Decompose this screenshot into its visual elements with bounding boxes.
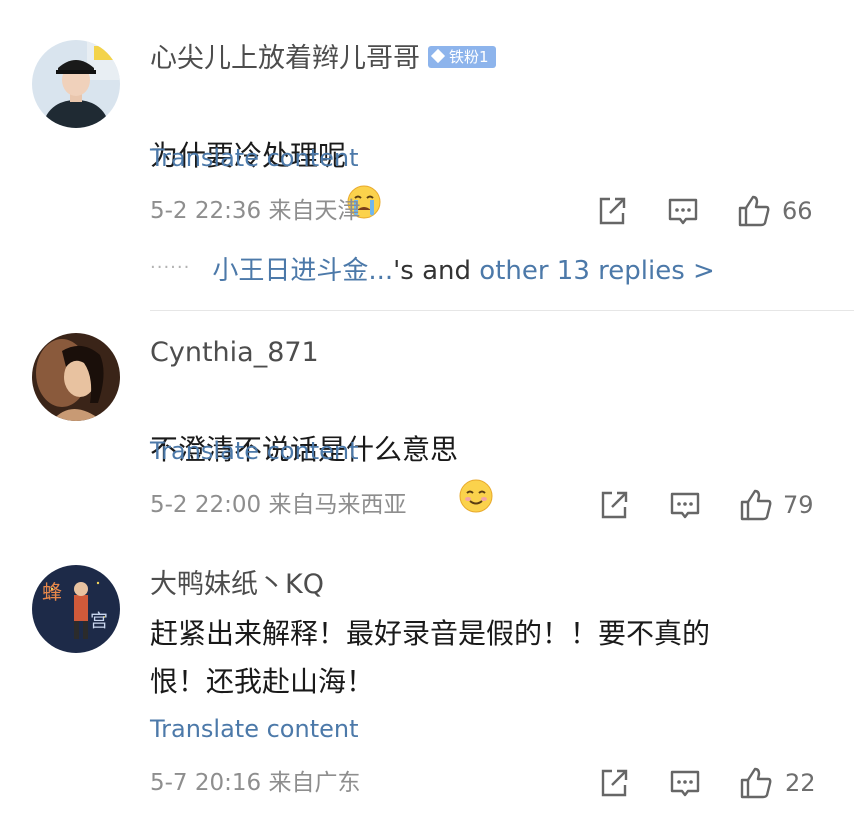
translate-link[interactable]: Translate content — [150, 714, 359, 744]
comment-icon[interactable] — [667, 487, 703, 523]
comment-date: 5-2 22:36 — [150, 198, 262, 224]
translate-link[interactable]: Translate content — [150, 436, 359, 466]
like-count: 66 — [782, 197, 813, 225]
comment-location: 来自天津 — [268, 198, 361, 224]
share-icon[interactable] — [594, 193, 630, 229]
divider — [150, 310, 854, 311]
comment-icon[interactable] — [667, 765, 703, 801]
like-icon[interactable] — [736, 193, 772, 229]
comment-date: 5-7 20:16 — [150, 770, 262, 796]
username[interactable]: 大鸭妹纸丶KQ — [150, 568, 324, 602]
avatar[interactable]: 蜂 宫 — [32, 565, 120, 653]
username[interactable]: 心尖儿上放着辫儿哥哥 铁粉1 — [150, 42, 496, 76]
comment-icon[interactable] — [665, 193, 701, 229]
like-count: 79 — [783, 491, 814, 519]
translate-link[interactable]: Translate content — [150, 143, 359, 173]
reply-user-link[interactable]: 小王日进斗金... — [212, 256, 393, 286]
share-icon[interactable] — [596, 487, 632, 523]
smiling-emoji-icon — [458, 430, 494, 513]
avatar[interactable] — [32, 40, 120, 128]
comment-location: 来自马来西亚 — [268, 492, 407, 518]
like-count: 22 — [785, 769, 816, 797]
username-text[interactable]: 心尖儿上放着辫儿哥哥 — [150, 43, 420, 74]
badge-label: 铁粉1 — [449, 47, 489, 66]
avatar[interactable] — [32, 333, 120, 421]
comment-meta: 5-2 22:36 来自天津 — [150, 196, 360, 226]
comment-meta: 5-2 22:00 来自马来西亚 — [150, 490, 406, 520]
comment-meta: 5-7 20:16 来自广东 — [150, 768, 360, 798]
username[interactable]: Cynthia_871 — [150, 336, 319, 370]
more-replies-link[interactable]: other 13 replies > — [479, 256, 715, 286]
comment-text: 赶紧出来解释！最好录音是假的！！要不真的 恨！还我赴山海！ — [150, 617, 711, 698]
replies-summary[interactable]: ······ 小王日进斗金...'s and other 13 replies > — [150, 254, 715, 291]
diamond-icon — [430, 48, 446, 63]
replies-connector: 's and — [393, 256, 480, 286]
svg-text:蜂: 蜂 — [42, 580, 62, 604]
like-icon[interactable] — [738, 487, 774, 523]
comment-date: 5-2 22:00 — [150, 492, 262, 518]
comment-location: 来自广东 — [268, 770, 361, 796]
fan-badge: 铁粉1 — [428, 45, 496, 68]
like-icon[interactable] — [738, 765, 774, 801]
replies-dots: ······ — [150, 257, 191, 278]
share-icon[interactable] — [596, 765, 632, 801]
svg-text:宫: 宫 — [90, 611, 108, 632]
